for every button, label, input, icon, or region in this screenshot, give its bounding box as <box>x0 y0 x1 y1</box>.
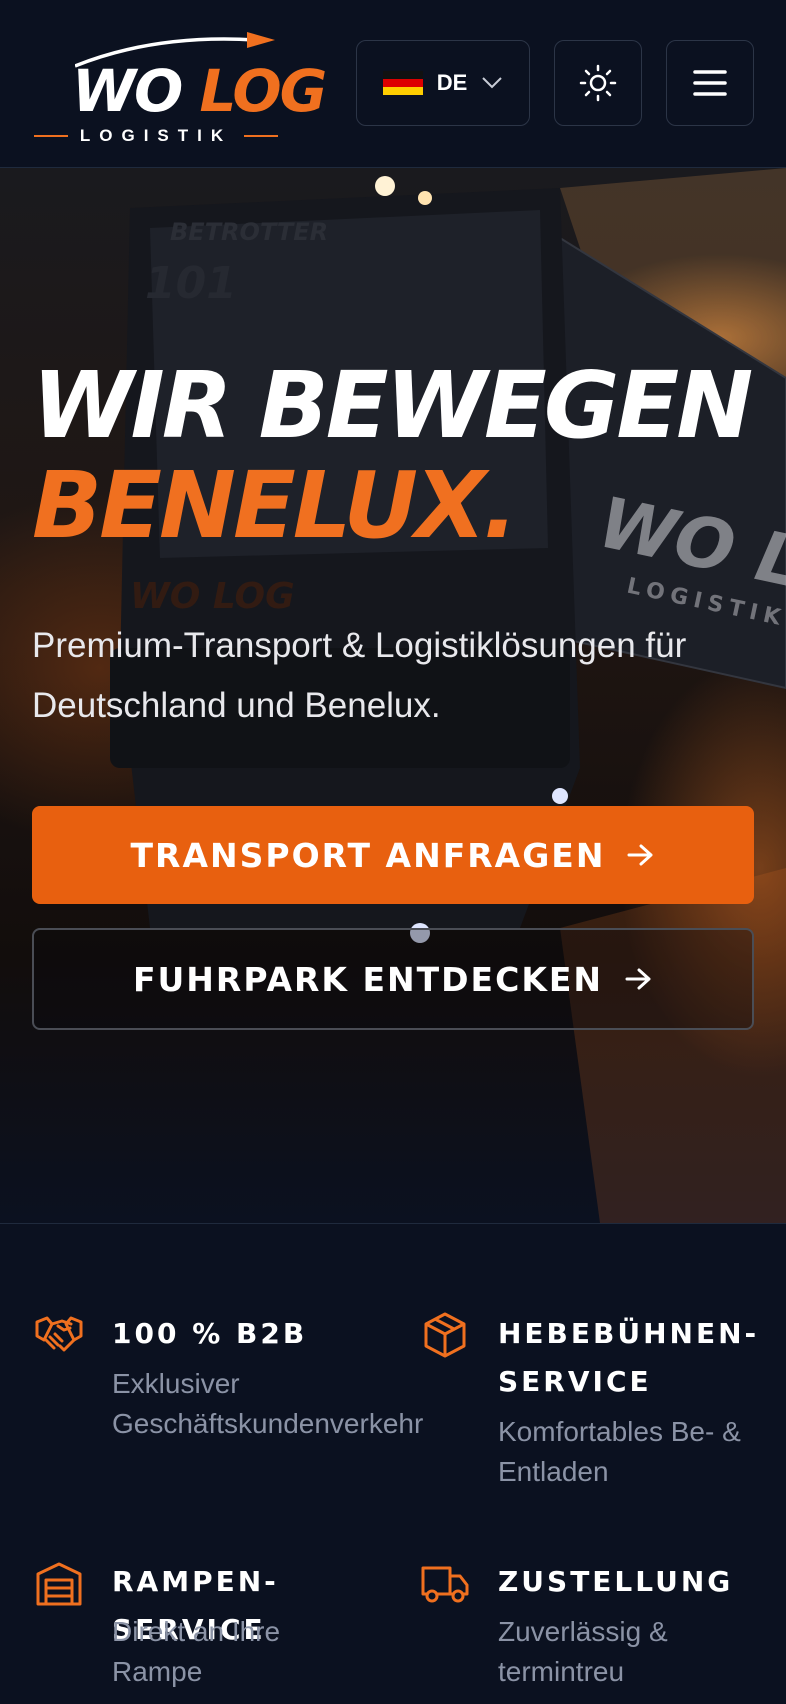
feature-description: Zuverlässig & termintreu <box>498 1616 668 1687</box>
logo-divider-right <box>244 135 279 137</box>
chevron-down-icon <box>482 77 502 89</box>
logo-wordmark: WO LOG <box>72 62 327 120</box>
feature-lift-platform: HEBEBÜHNEN- SERVICE Komfortables Be- & E… <box>420 1310 770 1510</box>
germany-flag-icon <box>382 71 423 95</box>
truck-cab-logo-text: WO LOG <box>130 576 295 617</box>
logo-subtitle: LOGISTIK <box>30 126 282 146</box>
feature-title: HEBEBÜHNEN- SERVICE <box>498 1310 759 1406</box>
logo-word-wo: WO <box>72 57 183 125</box>
arrow-right-icon <box>625 968 651 990</box>
feature-description: Komfortables Be- & Entladen <box>498 1416 741 1487</box>
language-code: DE <box>436 70 468 95</box>
arrow-right-icon <box>627 844 653 866</box>
feature-description: Direkt an Ihre Rampe <box>112 1616 281 1687</box>
wolog-logo[interactable]: WO LOG LOGISTIK <box>30 32 327 150</box>
language-selector[interactable]: DE <box>356 40 530 126</box>
theme-toggle-button[interactable] <box>554 40 642 126</box>
logo-word-log: LOG <box>199 57 327 125</box>
sun-icon <box>579 64 617 102</box>
feature-description: Exklusiver Geschäftskundenverkehr <box>112 1368 424 1439</box>
feature-title: 100 % B2B <box>112 1317 308 1350</box>
menu-button[interactable] <box>666 40 754 126</box>
truck-livery-text: BETROTTER <box>170 218 328 246</box>
hero-title-line2: BENELUX. <box>32 452 518 559</box>
truck-icon <box>421 1566 469 1603</box>
logo-divider-left <box>33 135 68 137</box>
logo-subtitle-text: LOGISTIK <box>79 126 233 145</box>
feature-title-line2: SERVICE <box>498 1365 652 1398</box>
feature-title-line1: HEBEBÜHNEN- <box>498 1317 760 1350</box>
hero-title-line1: WIR BEWEGEN <box>32 352 753 459</box>
box-icon <box>424 1312 466 1358</box>
feature-title: ZUSTELLUNG <box>498 1565 734 1598</box>
transport-request-button[interactable]: TRANSPORT ANFRAGEN <box>32 806 754 904</box>
hero-title: WIR BEWEGEN BENELUX. <box>32 352 753 559</box>
transport-request-label: TRANSPORT ANFRAGEN <box>130 835 606 875</box>
features-section: 100 % B2B Exklusiver Geschäftskundenverk… <box>0 1223 786 1704</box>
feature-delivery: ZUSTELLUNG Zuverlässig & termintreu <box>420 1558 770 1698</box>
handshake-icon <box>35 1316 83 1352</box>
hero-section: BETROTTER 101 WO LOG WO LOG LOGISTIK WIR… <box>0 168 786 1223</box>
fleet-explore-button[interactable]: FUHRPARK ENTDECKEN <box>32 928 754 1030</box>
hero-subtitle: Premium-Transport & Logistiklösungen für… <box>32 626 687 725</box>
site-header: WO LOG LOGISTIK DE <box>0 0 786 168</box>
feature-ramp-service: RAMPEN-SERVICE Direkt an Ihre Rampe <box>34 1558 394 1698</box>
feature-b2b: 100 % B2B Exklusiver Geschäftskundenverk… <box>34 1310 423 1450</box>
truck-number-text: 101 <box>145 258 237 309</box>
warehouse-icon <box>36 1562 82 1606</box>
hamburger-menu-icon <box>693 70 727 96</box>
fleet-explore-label: FUHRPARK ENTDECKEN <box>132 959 604 999</box>
